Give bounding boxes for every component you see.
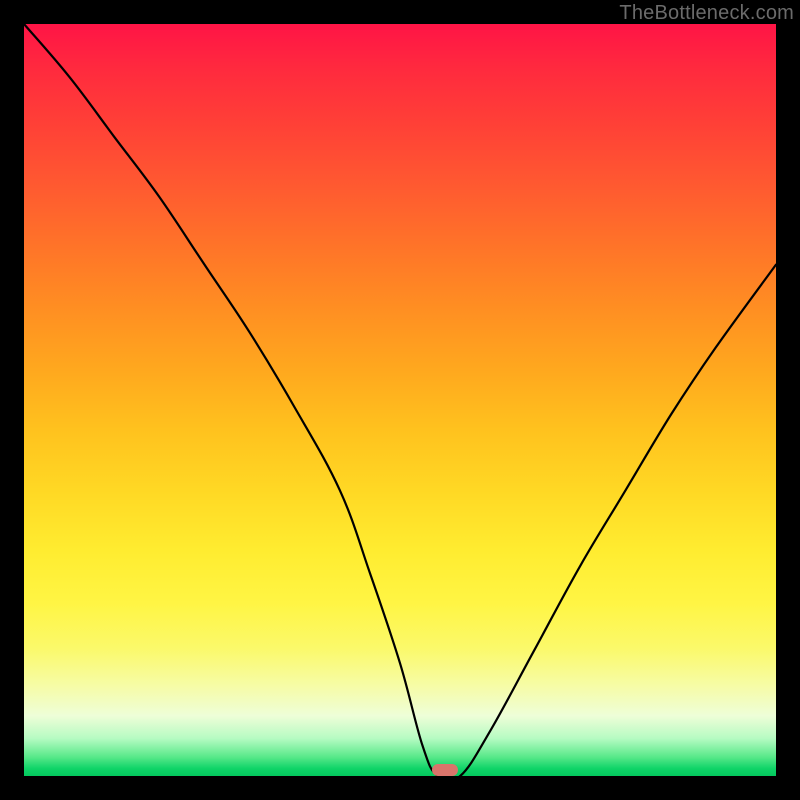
plot-area (24, 24, 776, 776)
bottleneck-curve (24, 24, 776, 776)
watermark-text: TheBottleneck.com (619, 2, 794, 25)
chart-frame: TheBottleneck.com (0, 0, 800, 800)
optimal-marker (432, 764, 458, 776)
